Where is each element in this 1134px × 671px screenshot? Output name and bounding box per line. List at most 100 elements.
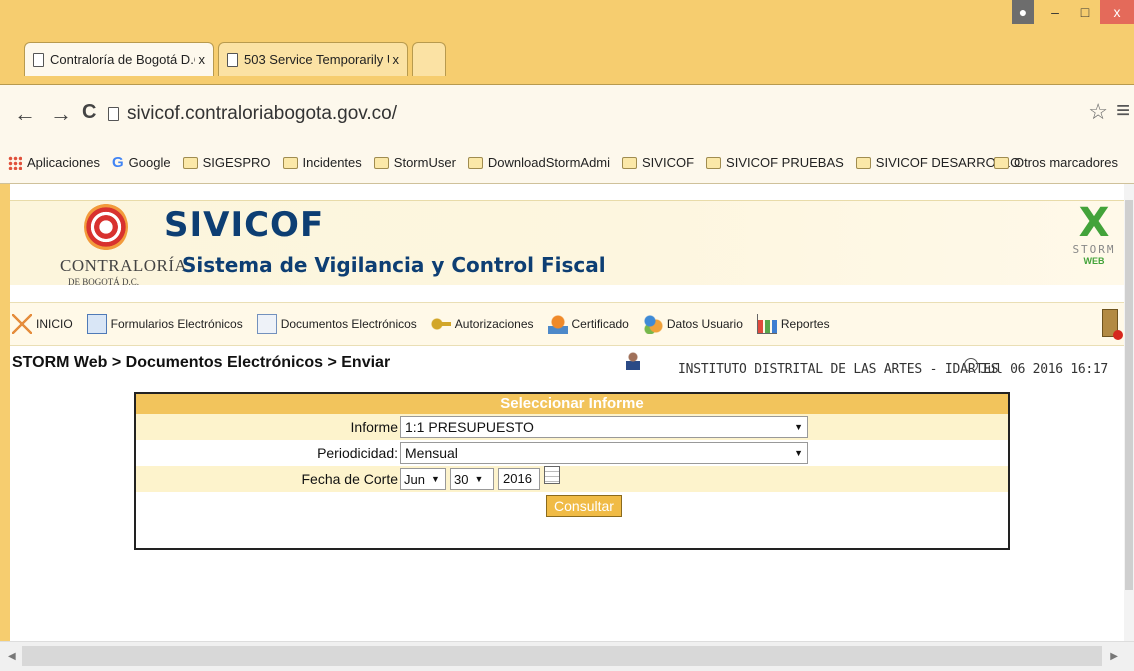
menu-item-inicio[interactable]: INICIO	[12, 314, 73, 334]
scroll-right-arrow-icon[interactable]: ▶	[1110, 651, 1118, 662]
tab-close-button[interactable]: x	[199, 52, 206, 67]
main-menu: INICIO Formularios Electrónicos Document…	[10, 302, 1124, 346]
folder-icon	[706, 156, 722, 169]
folder-icon	[282, 156, 298, 169]
folder-icon	[182, 156, 198, 169]
storm-logo-text: STORM	[1072, 243, 1116, 256]
bookmark-incidentes[interactable]: Incidentes	[282, 155, 362, 170]
user-profile-icon[interactable]: ●	[1012, 0, 1034, 24]
periodicidad-select[interactable]: Mensual ▼	[400, 442, 808, 464]
breadcrumb: STORM Web > Documentos Electrónicos > En…	[12, 354, 391, 371]
bookmark-otros-marcadores[interactable]: Otros marcadores	[993, 155, 1118, 170]
site-subtitle: Sistema de Vigilancia y Control Fiscal	[182, 253, 606, 277]
consultar-button[interactable]: Consultar	[546, 495, 622, 517]
page-icon	[33, 52, 44, 67]
bookmark-sivicof[interactable]: SIVICOF	[622, 155, 694, 170]
page-icon	[108, 107, 119, 121]
browser-menu-icon[interactable]: ≡	[1116, 97, 1130, 125]
menu-item-reportes[interactable]: Reportes	[756, 314, 830, 334]
menu-item-autorizaciones[interactable]: Autorizaciones	[430, 314, 534, 334]
user-person-icon	[626, 352, 640, 370]
bookmarks-bar: Aplicaciones G Google SIGESPRO Incidentes…	[0, 142, 1134, 184]
month-value: Jun	[404, 471, 425, 487]
folder-icon	[373, 156, 389, 169]
tab-strip: Contraloría de Bogotá D.C x 503 Service …	[0, 0, 1134, 84]
informe-value: 1:1 PRESUPUESTO	[405, 419, 534, 435]
clock-icon	[964, 358, 978, 372]
bookmark-sigespro[interactable]: SIGESPRO	[182, 155, 271, 170]
calendar-icon[interactable]	[544, 466, 560, 484]
folder-icon	[993, 156, 1009, 169]
menu-item-documentos[interactable]: Documentos Electrónicos	[256, 314, 417, 334]
year-input[interactable]: 2016	[498, 468, 540, 490]
menu-item-certificado[interactable]: Certificado	[547, 314, 629, 334]
bookmark-apps[interactable]: Aplicaciones	[8, 155, 100, 170]
google-icon: G	[112, 154, 124, 171]
scrollbar-thumb[interactable]	[22, 646, 1102, 666]
page-icon	[227, 52, 238, 67]
bookmark-google[interactable]: G Google	[112, 154, 171, 171]
month-select[interactable]: Jun ▼	[400, 468, 446, 490]
tab-title: Contraloría de Bogotá D.C	[50, 52, 195, 67]
address-bar[interactable]: sivicof.contraloriabogota.gov.co/	[108, 97, 1110, 131]
scrollbar-thumb[interactable]	[1125, 200, 1133, 590]
page-content: CONTRALORÍA DE BOGOTÁ D.C. SIVICOF Siste…	[0, 184, 1134, 641]
storm-logo-web: WEB	[1083, 256, 1105, 266]
bookmark-downloadstormadmin[interactable]: DownloadStormAdmi	[467, 155, 610, 170]
vertical-scrollbar[interactable]	[1124, 184, 1134, 641]
menu-item-datos-usuario[interactable]: Datos Usuario	[642, 314, 743, 334]
periodicidad-label: Periodicidad:	[317, 445, 398, 461]
form-title: Seleccionar Informe	[136, 394, 1008, 414]
form-document-icon	[86, 314, 107, 334]
informe-row: Informe 1:1 PRESUPUESTO ▼	[136, 414, 1008, 440]
contraloria-logo-icon	[84, 203, 128, 251]
exit-door-icon[interactable]	[1102, 309, 1123, 340]
informe-label: Informe	[350, 419, 398, 435]
users-icon	[642, 314, 663, 334]
bar-chart-icon	[756, 314, 777, 334]
home-icon	[12, 314, 32, 334]
certificate-icon	[547, 314, 568, 334]
entity-name: INSTITUTO DISTRITAL DE LAS ARTES - IDART…	[678, 362, 999, 377]
document-icon	[256, 314, 277, 334]
day-select[interactable]: 30 ▼	[450, 468, 494, 490]
apps-grid-icon	[8, 155, 22, 170]
select-report-form: Seleccionar Informe Informe 1:1 PRESUPUE…	[134, 392, 1010, 550]
menu-item-formularios[interactable]: Formularios Electrónicos	[86, 314, 243, 334]
informe-select[interactable]: 1:1 PRESUPUESTO ▼	[400, 416, 808, 438]
tab-contraloria[interactable]: Contraloría de Bogotá D.C x	[24, 42, 214, 76]
periodicidad-value: Mensual	[405, 445, 458, 461]
bookmark-stormuser[interactable]: StormUser	[373, 155, 456, 170]
browser-toolbar: ← → C sivicof.contraloriabogota.gov.co/ …	[0, 84, 1134, 142]
reload-icon[interactable]: C	[82, 101, 96, 124]
dropdown-arrow-icon: ▼	[794, 448, 803, 458]
tab-close-button[interactable]: x	[393, 52, 400, 67]
url-text: sivicof.contraloriabogota.gov.co/	[127, 103, 398, 124]
scroll-left-arrow-icon[interactable]: ◀	[8, 651, 16, 662]
dropdown-arrow-icon: ▼	[474, 474, 484, 484]
close-window-button[interactable]: x	[1100, 0, 1134, 24]
folder-icon	[855, 156, 871, 169]
key-icon	[430, 314, 451, 334]
folder-icon	[622, 156, 638, 169]
new-tab-button[interactable]	[412, 42, 446, 76]
tab-503[interactable]: 503 Service Temporarily U x	[218, 42, 408, 76]
browser-chrome: Contraloría de Bogotá D.C x 503 Service …	[0, 0, 1134, 184]
submit-row: Consultar	[136, 492, 1008, 520]
folder-icon	[467, 156, 483, 169]
horizontal-scrollbar[interactable]: ◀ ▶	[0, 641, 1134, 671]
window-controls: ● – □ x	[1012, 0, 1134, 30]
bookmark-star-icon[interactable]: ☆	[1088, 99, 1108, 125]
day-value: 30	[454, 471, 469, 487]
tab-title: 503 Service Temporarily U	[244, 52, 389, 67]
org-subtitle: DE BOGOTÁ D.C.	[68, 277, 139, 287]
dropdown-arrow-icon: ▼	[794, 422, 803, 432]
forward-arrow-icon[interactable]: →	[50, 101, 72, 127]
minimize-button[interactable]: –	[1040, 0, 1070, 24]
storm-x-icon: X	[1078, 200, 1110, 246]
maximize-button[interactable]: □	[1070, 0, 1100, 24]
periodicidad-row: Periodicidad: Mensual ▼	[136, 440, 1008, 466]
back-arrow-icon[interactable]: ←	[14, 101, 36, 127]
current-datetime: Jul 06 2016 16:17	[980, 362, 1108, 377]
bookmark-sivicof-pruebas[interactable]: SIVICOF PRUEBAS	[706, 155, 844, 170]
